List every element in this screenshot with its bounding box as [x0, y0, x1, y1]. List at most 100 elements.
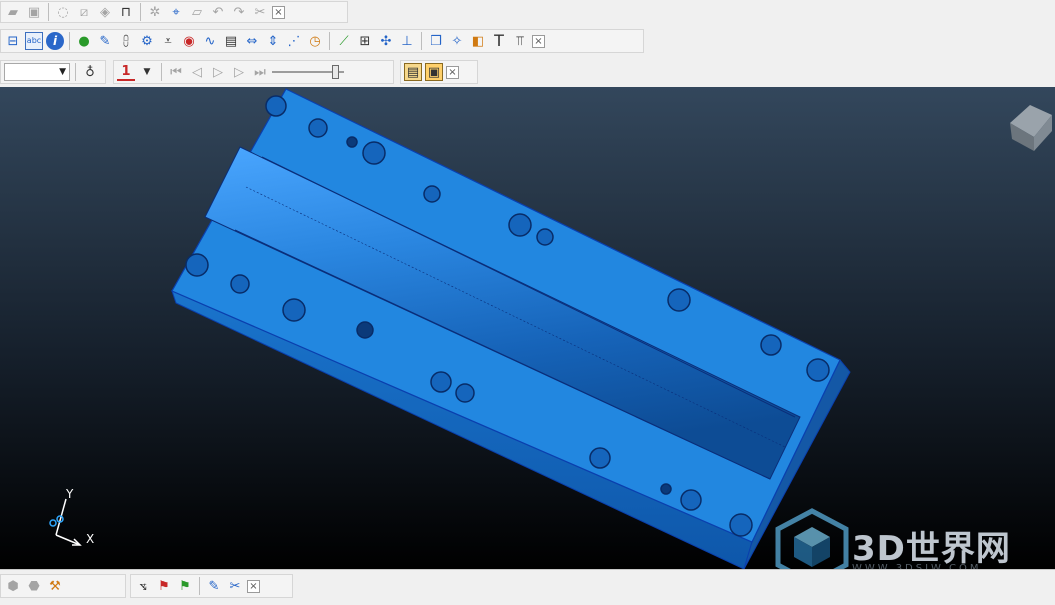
hole	[356, 321, 374, 339]
cube-icon[interactable]: ◧	[469, 32, 487, 50]
hole	[362, 141, 386, 165]
hole	[282, 298, 306, 322]
hole	[230, 274, 250, 294]
pin-green-icon[interactable]: ⚑	[176, 577, 194, 595]
info-icon[interactable]: i	[46, 32, 64, 50]
toolbar-separator	[329, 32, 330, 50]
toolbar-separator	[48, 3, 49, 21]
y-axis-label: Y	[66, 487, 74, 501]
hole	[536, 228, 554, 246]
slider-thumb[interactable]	[332, 65, 339, 79]
timer-icon[interactable]: ◷	[306, 32, 324, 50]
text-t-icon[interactable]: T	[490, 32, 508, 50]
step-value[interactable]: 1	[117, 63, 135, 81]
scissors-icon[interactable]: ✂	[251, 3, 269, 21]
pin-red-icon[interactable]: ⚑	[155, 577, 173, 595]
bottom-toolbar: ⬢ ⬣ ⚒ ⦪ ⚑ ⚑ ✎ ✂ ×	[0, 569, 1055, 605]
toolbar-separator	[69, 32, 70, 50]
lightbulb-icon[interactable]: ♁	[81, 63, 99, 81]
explode-icon[interactable]: ✣	[377, 32, 395, 50]
fast-forward-icon[interactable]: ⏭	[251, 63, 269, 81]
green-sphere-icon[interactable]: ●	[75, 32, 93, 50]
view-cube[interactable]	[1010, 105, 1052, 151]
toolbar-separator	[75, 63, 76, 81]
hole	[430, 371, 452, 393]
datum-plane-icon[interactable]: ⩉	[117, 32, 135, 50]
window-icon[interactable]: ▤	[404, 63, 422, 81]
edit-toolbar: ▰ ▣ ◌ ⧄ ◈ ⊓ ✲ ⌖ ▱ ↶ ↷ ✂ ×	[0, 1, 348, 23]
undo-icon[interactable]: ↶	[209, 3, 227, 21]
paint-icon[interactable]: ⫪	[511, 32, 529, 50]
filter-select[interactable]: ▼	[4, 63, 70, 81]
close-toolbar-button[interactable]: ×	[446, 65, 459, 79]
eraser-icon[interactable]: ▱	[188, 3, 206, 21]
pencil-icon[interactable]: ✎	[205, 577, 223, 595]
animation-toolbar: 1 ▼ ⏮ ◁ ▷ ▷ ⏭	[113, 60, 394, 84]
save-icon[interactable]: ▣	[25, 3, 43, 21]
table-icon[interactable]: ▤	[222, 32, 240, 50]
hammer-icon[interactable]: ⚒	[46, 577, 64, 595]
hole	[667, 288, 691, 312]
x-axis-line	[55, 534, 81, 546]
model-canvas[interactable]	[0, 87, 1055, 569]
mirror-icon[interactable]: ⇕	[264, 32, 282, 50]
star-icon[interactable]: ✧	[448, 32, 466, 50]
line-tool-icon[interactable]: ⟋	[335, 32, 353, 50]
ruler-icon[interactable]: ⧄	[75, 3, 93, 21]
plane-icon[interactable]: ⩡	[159, 32, 177, 50]
image-icon[interactable]: ▣	[425, 63, 443, 81]
text-abc-icon[interactable]: abc	[25, 32, 43, 50]
pen-icon[interactable]: ✎	[96, 32, 114, 50]
close-toolbar-button[interactable]: ×	[272, 5, 285, 19]
tree-icon[interactable]: ⊥	[398, 32, 416, 50]
tools-icon[interactable]: ✂	[226, 577, 244, 595]
assembly-icon[interactable]: ⬣	[25, 577, 43, 595]
display-toolbar: ⊟ abc i ● ✎ ⩉ ⚙ ⩡ ◉ ∿ ▤ ⇔ ⇕ ⋰ ◷ ⟋ ⊞ ✣ ⊥ …	[0, 29, 644, 53]
render-icon[interactable]: ◉	[180, 32, 198, 50]
pattern-icon[interactable]: ⋰	[285, 32, 303, 50]
3d-viewport[interactable]: Y X	[0, 87, 1055, 569]
watermark-logo-icon	[775, 508, 849, 569]
toolbar-row-3: ▼ ♁ 1 ▼ ⏮ ◁ ▷ ▷ ⏭ ▤ ▣ ×	[0, 58, 1055, 88]
y-axis-marker	[49, 519, 57, 527]
redo-icon[interactable]: ↷	[230, 3, 248, 21]
hole	[423, 185, 441, 203]
animation-slider[interactable]	[272, 63, 344, 81]
axis-triad	[49, 498, 82, 546]
dimension-icon[interactable]: ⊟	[4, 32, 22, 50]
close-toolbar-button[interactable]: ×	[532, 34, 545, 48]
chevron-down-icon[interactable]: ▼	[138, 63, 156, 81]
hole	[680, 489, 702, 511]
box-icon[interactable]: ❒	[427, 32, 445, 50]
step-forward-icon[interactable]: ▷	[230, 63, 248, 81]
play-icon[interactable]: ▷	[209, 63, 227, 81]
hole	[346, 136, 358, 148]
grid-icon[interactable]: ⊞	[356, 32, 374, 50]
gear-icon[interactable]: ⚙	[138, 32, 156, 50]
chair-icon[interactable]: ⊓	[117, 3, 135, 21]
measure-icon[interactable]: ⦪	[134, 577, 152, 595]
hole	[508, 213, 532, 237]
hole	[729, 513, 753, 537]
step-back-icon[interactable]: ◁	[188, 63, 206, 81]
spiral-icon[interactable]: ∿	[201, 32, 219, 50]
toolbar-separator	[140, 3, 141, 21]
align-icon[interactable]: ⇔	[243, 32, 261, 50]
view-toolbar: ▤ ▣ ×	[400, 60, 478, 84]
hole	[185, 253, 209, 277]
hole	[265, 95, 287, 117]
rewind-icon[interactable]: ⏮	[167, 63, 185, 81]
hole	[806, 358, 830, 382]
toolbar-separator	[199, 577, 200, 595]
chevron-down-icon: ▼	[59, 67, 66, 77]
toolbar-separator	[421, 32, 422, 50]
lasso-icon[interactable]: ◌	[54, 3, 72, 21]
snap-icon[interactable]: ✲	[146, 3, 164, 21]
layers-icon[interactable]: ◈	[96, 3, 114, 21]
close-toolbar-button[interactable]: ×	[247, 579, 260, 593]
hole	[660, 483, 672, 495]
part-icon[interactable]: ⬢	[4, 577, 22, 595]
transform-icon[interactable]: ⌖	[167, 3, 185, 21]
bottom-left-toolbar: ⬢ ⬣ ⚒	[0, 574, 126, 598]
open-icon[interactable]: ▰	[4, 3, 22, 21]
